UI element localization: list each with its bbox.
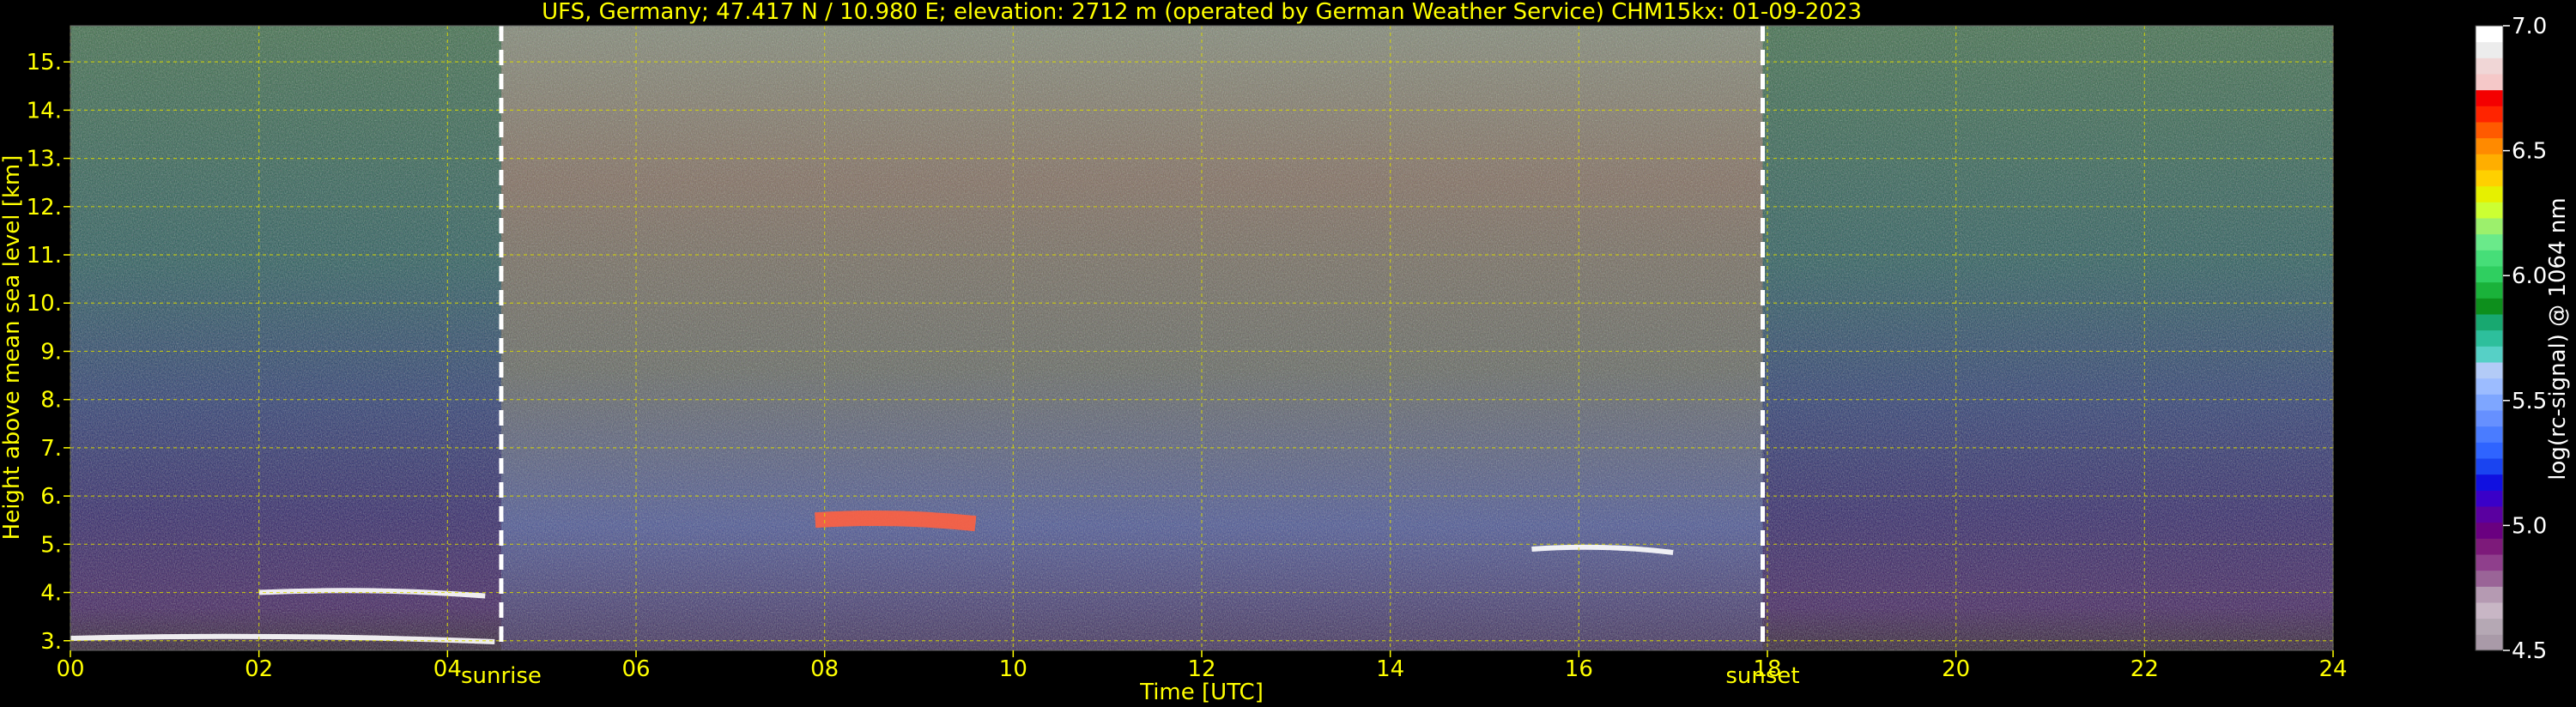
x-tick-label: 20 xyxy=(1942,656,1970,682)
plot-area: sunrise sunset xyxy=(70,25,2334,689)
x-tick-label: 04 xyxy=(433,656,462,682)
colorbar-segment xyxy=(2476,362,2503,379)
chart-title: UFS, Germany; 47.417 N / 10.980 E; eleva… xyxy=(542,0,1862,25)
y-tick-label: 5. xyxy=(40,532,62,558)
colorbar-tick-label: 5.0 xyxy=(2512,513,2547,539)
colorbar-tick-label: 7.0 xyxy=(2512,14,2547,39)
colorbar-segment xyxy=(2476,41,2503,58)
x-tick-label: 02 xyxy=(245,656,273,682)
colorbar-segment xyxy=(2476,634,2503,651)
x-tick-label: 24 xyxy=(2318,656,2347,682)
colorbar-segment xyxy=(2476,394,2503,411)
colorbar-segment xyxy=(2476,218,2503,235)
x-tick-label: 16 xyxy=(1565,656,1593,682)
y-tick-label: 3. xyxy=(40,629,62,655)
x-axis: 00 02 04 06 08 10 12 14 16 18 20 22 24 xyxy=(56,650,2348,682)
y-tick-label: 4. xyxy=(40,581,62,607)
x-tick-label: 14 xyxy=(1376,656,1404,682)
colorbar-segment xyxy=(2476,458,2503,475)
colorbar-segment xyxy=(2476,586,2503,603)
colorbar-segment xyxy=(2476,298,2503,315)
colorbar-segment xyxy=(2476,266,2503,283)
x-tick-label: 00 xyxy=(56,656,84,682)
colorbar-segment xyxy=(2476,74,2503,91)
x-tick-label: 08 xyxy=(810,656,839,682)
colorbar-segment xyxy=(2476,618,2503,635)
colorbar-segment xyxy=(2476,26,2503,43)
colorbar-segment xyxy=(2476,137,2503,154)
x-axis-label: Time [UTC] xyxy=(1139,680,1264,705)
colorbar-segment xyxy=(2476,426,2503,443)
sunrise-label: sunrise xyxy=(461,663,542,689)
colorbar-segment xyxy=(2476,250,2503,267)
colorbar-segment xyxy=(2476,442,2503,459)
colorbar-segment xyxy=(2476,281,2503,299)
aerosol-layer xyxy=(815,510,977,532)
colorbar-segment xyxy=(2476,314,2503,331)
colorbar: 4.5 5.0 5.5 6.0 6.5 7.0 xyxy=(2475,14,2547,664)
colorbar-segment xyxy=(2476,538,2503,555)
x-tick-label: 22 xyxy=(2131,656,2159,682)
y-tick-label: 11. xyxy=(27,243,62,269)
colorbar-segment xyxy=(2476,522,2503,539)
colorbar-segment xyxy=(2476,346,2503,363)
y-tick-label: 7. xyxy=(40,436,62,462)
colorbar-segment xyxy=(2476,233,2503,251)
colorbar-segment xyxy=(2476,474,2503,491)
y-tick-label: 10. xyxy=(27,291,62,317)
colorbar-tick-label: 4.5 xyxy=(2512,638,2547,664)
ceilometer-figure: UFS, Germany; 47.417 N / 10.980 E; eleva… xyxy=(0,0,2571,705)
colorbar-tick-label: 6.0 xyxy=(2512,263,2547,289)
colorbar-segment xyxy=(2476,329,2503,347)
colorbar-segment xyxy=(2476,570,2503,587)
colorbar-segment xyxy=(2476,154,2503,171)
x-tick-label: 12 xyxy=(1187,656,1215,682)
x-tick-label: 06 xyxy=(621,656,650,682)
y-tick-label: 8. xyxy=(40,388,62,414)
colorbar-segment xyxy=(2476,170,2503,187)
colorbar-tick-label: 6.5 xyxy=(2512,139,2547,165)
y-tick-label: 13. xyxy=(27,147,62,172)
colorbar-segment xyxy=(2476,602,2503,619)
y-tick-label: 9. xyxy=(40,339,62,365)
y-tick-label: 6. xyxy=(40,484,62,510)
colorbar-segment xyxy=(2476,106,2503,123)
y-tick-label: 15. xyxy=(27,50,62,76)
y-axis: 3. 4. 5. 6. 7. 8. 9. 10. 11. 12. 13. 14. 15. xyxy=(27,50,70,655)
y-axis-label: Height above mean sea level [km] xyxy=(0,155,25,541)
x-tick-label: 10 xyxy=(999,656,1027,682)
colorbar-segment xyxy=(2476,410,2503,427)
colorbar-segment xyxy=(2476,554,2503,571)
colorbar-segment xyxy=(2476,57,2503,75)
colorbar-segment xyxy=(2476,506,2503,523)
colorbar-segment xyxy=(2476,185,2503,202)
y-tick-label: 12. xyxy=(27,195,62,221)
colorbar-segment xyxy=(2476,89,2503,106)
y-tick-label: 14. xyxy=(27,98,62,124)
colorbar-label: log(rc-signal) @ 1064 nm xyxy=(2545,197,2571,480)
colorbar-segment xyxy=(2476,202,2503,219)
x-tick-label: 18 xyxy=(1753,656,1781,682)
colorbar-segment xyxy=(2476,378,2503,395)
colorbar-segment xyxy=(2476,122,2503,139)
colorbar-tick-label: 5.5 xyxy=(2512,389,2547,414)
colorbar-segment xyxy=(2476,490,2503,507)
